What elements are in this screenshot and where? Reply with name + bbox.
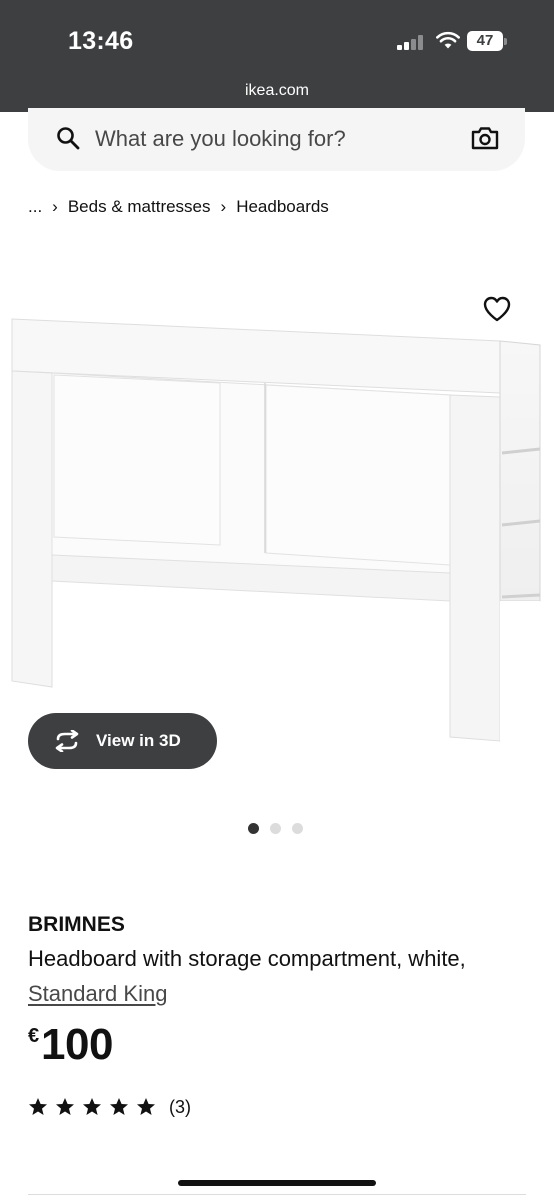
heart-outline-icon[interactable] (483, 296, 511, 322)
cellular-signal-icon (397, 34, 425, 50)
product-description: Headboard with storage compartment, whit… (28, 946, 466, 971)
search-input[interactable] (95, 124, 455, 154)
price-amount: 100 (41, 1020, 113, 1069)
price-currency: € (28, 1025, 40, 1047)
star-icon (137, 1098, 155, 1115)
view-in-3d-button[interactable]: View in 3D (28, 713, 217, 769)
breadcrumb: ... › Beds & mattresses › Headboards (28, 196, 329, 218)
camera-icon[interactable] (471, 126, 499, 150)
search-icon[interactable] (56, 126, 80, 150)
wifi-icon (436, 31, 460, 49)
home-indicator[interactable] (178, 1180, 376, 1186)
product-rating[interactable]: (3) (28, 1096, 191, 1118)
browser-header: 13:46 47 ikea.com (0, 0, 554, 112)
battery-icon: 47 (467, 31, 507, 51)
review-count[interactable]: (3) (169, 1097, 191, 1118)
chevron-right-icon: › (52, 197, 58, 216)
rotate-arrows-icon (55, 730, 79, 752)
address-bar-url[interactable]: ikea.com (0, 82, 554, 100)
product-variant-link[interactable]: Standard King (28, 981, 167, 1007)
carousel-dot-3[interactable] (292, 823, 303, 834)
chevron-right-icon: › (220, 197, 227, 216)
carousel-dot-2[interactable] (270, 823, 281, 834)
breadcrumb-ellipsis[interactable]: ... (28, 197, 42, 217)
carousel-dot-1[interactable] (248, 823, 259, 834)
star-icon (29, 1098, 47, 1115)
breadcrumb-headboards[interactable]: Headboards (236, 197, 329, 217)
star-icon (83, 1098, 101, 1115)
star-icon (110, 1098, 128, 1115)
breadcrumb-beds-mattresses[interactable]: Beds & mattresses (68, 197, 211, 217)
carousel-indicator (248, 823, 303, 835)
star-icon (56, 1098, 74, 1115)
view-in-3d-label: View in 3D (96, 731, 181, 750)
battery-level: 47 (476, 32, 494, 49)
status-time: 13:46 (68, 27, 134, 55)
product-name: BRIMNES (28, 913, 125, 936)
divider (28, 1194, 526, 1195)
